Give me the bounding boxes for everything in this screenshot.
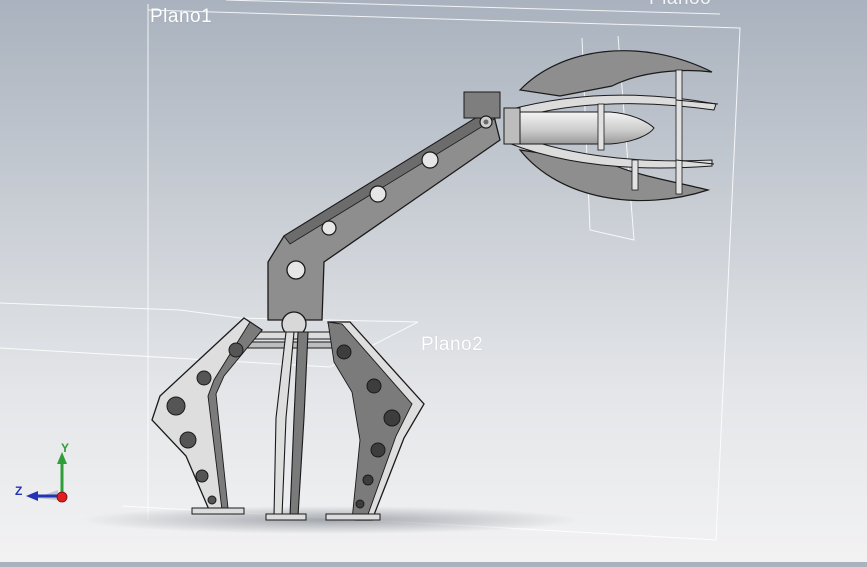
- arm-hole: [321, 220, 337, 236]
- bullet-nose: [517, 111, 655, 145]
- leg-hole: [179, 431, 197, 449]
- leg-hole: [228, 342, 244, 358]
- arm-hole: [286, 260, 306, 280]
- plane-label-plano2[interactable]: Plano2: [421, 334, 483, 356]
- leg-hole: [355, 499, 365, 509]
- graphics-viewport[interactable]: Plano1 Plano2 Planoo Y Z: [0, 0, 867, 562]
- leg-hole: [196, 370, 212, 386]
- arm-link[interactable]: [267, 91, 501, 337]
- leg-hole: [370, 442, 386, 458]
- axis-label-z: Z: [15, 484, 23, 498]
- leg-hole: [195, 469, 209, 483]
- leg-hole: [166, 396, 186, 416]
- model-canvas[interactable]: [0, 0, 867, 562]
- axis-label-y: Y: [61, 441, 70, 455]
- arm-hole: [369, 185, 387, 203]
- arm-hole: [421, 151, 439, 169]
- z-axis-arrow-icon: [26, 491, 38, 501]
- plane-label-plano3[interactable]: Planoo: [649, 0, 711, 10]
- axis-triad[interactable]: [26, 452, 68, 503]
- plane-label-plano1[interactable]: Plano1: [150, 6, 212, 28]
- leg-hole: [362, 474, 374, 486]
- leg-hole: [336, 344, 352, 360]
- leg-hole: [366, 378, 382, 394]
- leg-left[interactable]: [151, 317, 263, 515]
- leg-hole: [383, 409, 401, 427]
- x-axis-origin-icon: [56, 491, 68, 503]
- leg-right[interactable]: [325, 321, 425, 521]
- leg-hole: [207, 495, 217, 505]
- leg-middle[interactable]: [265, 331, 309, 521]
